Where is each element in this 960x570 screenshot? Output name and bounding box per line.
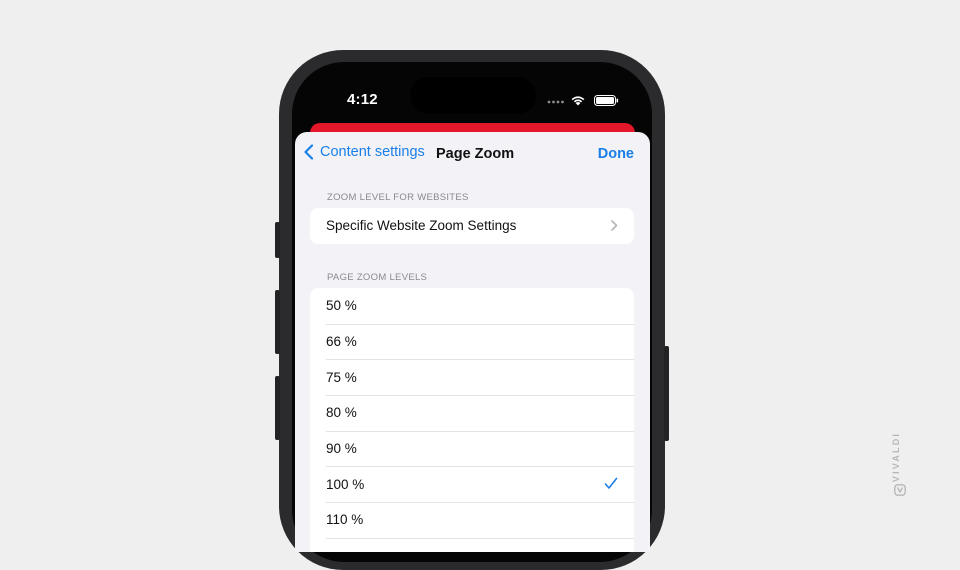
watermark-text: VIVALDI [891, 431, 902, 483]
wifi-icon [571, 96, 585, 106]
checkmark-icon [604, 478, 618, 490]
power-button [664, 346, 669, 441]
specific-website-zoom-settings-row[interactable]: Specific Website Zoom Settings [310, 208, 634, 244]
zoom-option-label: 100 % [326, 476, 365, 492]
status-bar-icons [547, 95, 619, 106]
zoom-option-80[interactable]: 80 % [310, 395, 634, 431]
zoom-option-75[interactable]: 75 % [310, 359, 634, 395]
vivaldi-watermark: VIVALDI [891, 431, 907, 496]
page-zoom-levels-list: 50 % 66 % 75 % 80 % 90 % 100 % 110 % [310, 288, 634, 552]
volume-down-button [275, 376, 280, 440]
section-header-page-zoom: PAGE ZOOM LEVELS [327, 272, 428, 283]
zoom-option-label: 50 % [326, 298, 357, 314]
vivaldi-logo-icon [894, 484, 906, 496]
status-time: 4:12 [347, 91, 378, 108]
zoom-option-label: 66 % [326, 334, 357, 350]
chevron-left-icon [304, 144, 314, 160]
zoom-option-label: 90 % [326, 441, 357, 457]
row-label: Specific Website Zoom Settings [326, 218, 517, 234]
done-button[interactable]: Done [598, 146, 634, 162]
volume-up-button [275, 290, 280, 354]
zoom-option-110[interactable]: 110 % [310, 502, 634, 538]
battery-icon [594, 95, 619, 106]
page-title: Page Zoom [436, 146, 515, 162]
zoom-option-50[interactable]: 50 % [310, 288, 634, 324]
back-button-label: Content settings [320, 144, 425, 160]
zoom-level-group: Specific Website Zoom Settings [310, 208, 634, 244]
section-header-zoom-level: ZOOM LEVEL FOR WEBSITES [327, 192, 469, 203]
settings-sheet: Content settings Page Zoom Done ZOOM LEV… [295, 132, 650, 552]
zoom-option-label: 75 % [326, 369, 357, 385]
signal-dots-icon [547, 100, 564, 104]
zoom-option-100[interactable]: 100 % [310, 466, 634, 502]
zoom-option-90[interactable]: 90 % [310, 430, 634, 467]
dynamic-island [410, 77, 536, 114]
zoom-option-label: 80 % [326, 405, 357, 421]
action-button [275, 222, 280, 258]
zoom-option-label: 110 % [326, 512, 364, 528]
zoom-option-66[interactable]: 66 % [310, 323, 634, 360]
chevron-right-icon [611, 220, 618, 231]
back-button[interactable]: Content settings [303, 144, 425, 160]
status-icons [546, 93, 620, 112]
